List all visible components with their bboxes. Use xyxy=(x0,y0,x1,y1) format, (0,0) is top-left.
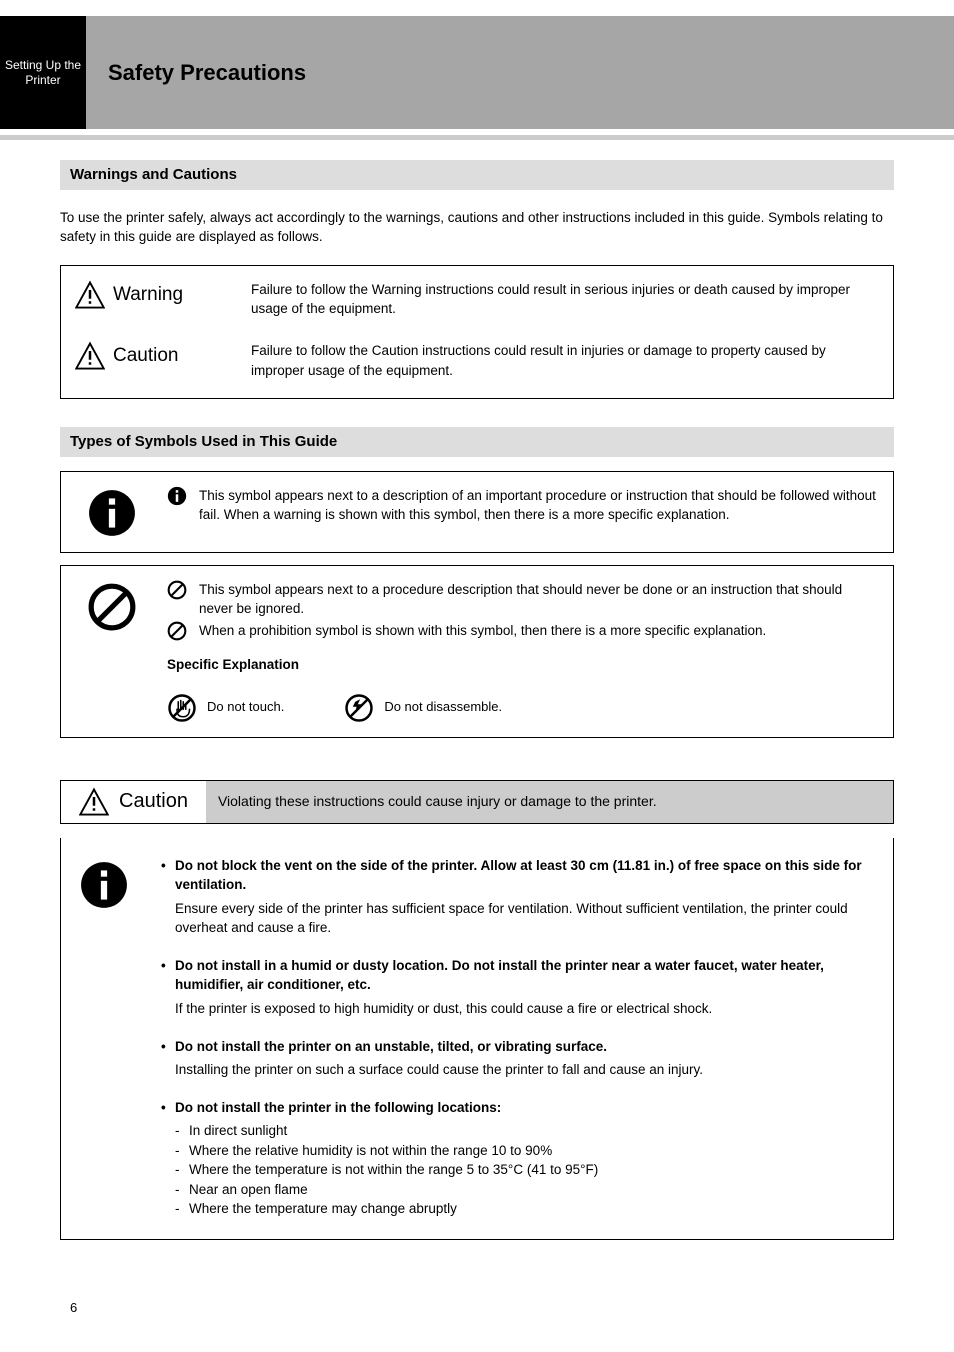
bullet-4-list: In direct sunlight Where the relative hu… xyxy=(161,1121,875,1219)
caution-bar-label: Caution xyxy=(119,787,188,816)
bullet-3-sub: Installing the printer on such a surface… xyxy=(161,1060,875,1080)
prohibition-row-lead: This symbol appears next to a procedure … xyxy=(199,580,879,619)
instruction-inline-tail: When a warning is shown with this symbol… xyxy=(224,507,730,522)
warning-label-cell: Warning xyxy=(75,280,235,310)
prohibition-symbol-box: This symbol appears next to a procedure … xyxy=(60,565,894,738)
do-not-disassemble-icon xyxy=(344,693,374,723)
caution-label: Caution xyxy=(113,342,179,370)
caution-bar: Caution Violating these instructions cou… xyxy=(60,780,894,823)
instruction-small-icon xyxy=(167,486,187,506)
warning-triangle-icon xyxy=(75,280,105,310)
prohibition-big-icon-cell xyxy=(75,580,149,632)
do-not-touch-icon xyxy=(167,693,197,723)
caution-row: Caution Failure to follow the Caution in… xyxy=(75,341,879,380)
dash-item: Where the temperature may change abruptl… xyxy=(175,1199,875,1219)
dash-item: Near an open flame xyxy=(175,1180,875,1200)
page-number: 6 xyxy=(70,1299,77,1318)
bullet-2: Do not install in a humid or dusty locat… xyxy=(161,956,875,995)
caution-bar-left: Caution xyxy=(61,781,206,823)
warning-row: Warning Failure to follow the Warning in… xyxy=(75,280,879,319)
do-not-touch-label: Do not touch. xyxy=(207,698,284,717)
specific-examples-row: Do not touch. Do not disassemble. xyxy=(75,693,879,723)
caution-triangle-icon xyxy=(75,341,105,371)
prohibition-small-icon-2 xyxy=(167,621,187,641)
caution-label-cell: Caution xyxy=(75,341,235,371)
dash-item: In direct sunlight xyxy=(175,1121,875,1141)
do-not-disassemble-label: Do not disassemble. xyxy=(384,698,502,717)
bullet-1: Do not block the vent on the side of the… xyxy=(161,856,875,895)
intro-paragraph: To use the printer safely, always act ac… xyxy=(60,208,894,247)
caution-bar-icon xyxy=(79,787,109,817)
header-tab: Setting Up the Printer xyxy=(0,16,86,129)
warning-desc: Failure to follow the Warning instructio… xyxy=(251,280,879,319)
warning-caution-box: Warning Failure to follow the Warning in… xyxy=(60,265,894,399)
header-tab-line1: Setting Up the xyxy=(5,58,81,72)
header-tab-line2: Printer xyxy=(25,73,60,87)
bullet-1-sub: Ensure every side of the printer has suf… xyxy=(161,899,875,938)
instruction-symbol-box: This symbol appears next to a descriptio… xyxy=(60,471,894,553)
instruction-circle-icon xyxy=(87,488,137,538)
dash-item: Where the relative humidity is not withi… xyxy=(175,1141,875,1161)
dash-item: Where the temperature is not within the … xyxy=(175,1160,875,1180)
instruction-big-icon-cell xyxy=(75,486,149,538)
bullet-4: Do not install the printer in the follow… xyxy=(161,1098,875,1118)
caution-bar-divider xyxy=(60,823,894,824)
specific-examples-heading: Specific Explanation xyxy=(75,655,879,675)
bullet-3: Do not install the printer on an unstabl… xyxy=(161,1037,875,1057)
caution-details-icon xyxy=(79,860,129,910)
caution-details-box: Do not block the vent on the side of the… xyxy=(60,838,894,1240)
section-symbols-heading: Types of Symbols Used in This Guide xyxy=(60,427,894,457)
caution-desc: Failure to follow the Caution instructio… xyxy=(251,341,879,380)
prohibition-small-icon-1 xyxy=(167,580,187,600)
section-warnings-heading: Warnings and Cautions xyxy=(60,160,894,190)
prohibition-big-icon xyxy=(87,582,137,632)
warning-label: Warning xyxy=(113,281,183,309)
page-header: Setting Up the Printer Safety Precaution… xyxy=(0,16,954,129)
header-underline xyxy=(0,135,954,140)
prohibition-inline-tail: When a prohibition symbol is shown with … xyxy=(199,621,879,641)
caution-bar-right: Violating these instructions could cause… xyxy=(206,781,893,823)
bullet-2-sub: If the printer is exposed to high humidi… xyxy=(161,999,875,1019)
page-title: Safety Precautions xyxy=(108,57,306,89)
